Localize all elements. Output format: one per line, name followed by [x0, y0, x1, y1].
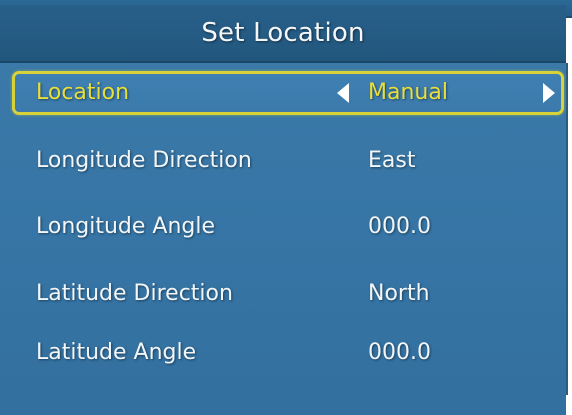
menu-row-latitude-angle[interactable]: Latitude Angle 000.0 — [12, 331, 564, 375]
menu-row-longitude-angle[interactable]: Longitude Angle 000.0 — [12, 205, 564, 249]
location-label: Location — [36, 80, 130, 105]
latitude-direction-label: Latitude Direction — [36, 281, 233, 306]
longitude-angle-label: Longitude Angle — [36, 214, 216, 239]
latitude-angle-value[interactable]: 000.0 — [368, 331, 431, 375]
longitude-direction-label: Longitude Direction — [36, 148, 252, 173]
set-location-screen: Set Location Location Manual Longitude D… — [0, 0, 572, 415]
longitude-direction-value[interactable]: East — [368, 139, 415, 183]
latitude-angle-label: Latitude Angle — [36, 340, 197, 365]
menu-row-location[interactable]: Location Manual — [12, 71, 564, 115]
menu-row-latitude-direction[interactable]: Latitude Direction North — [12, 272, 564, 316]
arrow-right-icon[interactable] — [543, 83, 555, 103]
settings-menu: Location Manual Longitude Direction East… — [0, 63, 568, 395]
title-bar: Set Location — [0, 5, 566, 63]
longitude-angle-value[interactable]: 000.0 — [368, 205, 431, 249]
menu-row-longitude-direction[interactable]: Longitude Direction East — [12, 139, 564, 183]
page-title: Set Location — [201, 18, 365, 48]
bottom-band — [0, 395, 566, 415]
arrow-left-icon[interactable] — [337, 83, 349, 103]
location-value[interactable]: Manual — [368, 74, 448, 112]
latitude-direction-value[interactable]: North — [368, 272, 430, 316]
